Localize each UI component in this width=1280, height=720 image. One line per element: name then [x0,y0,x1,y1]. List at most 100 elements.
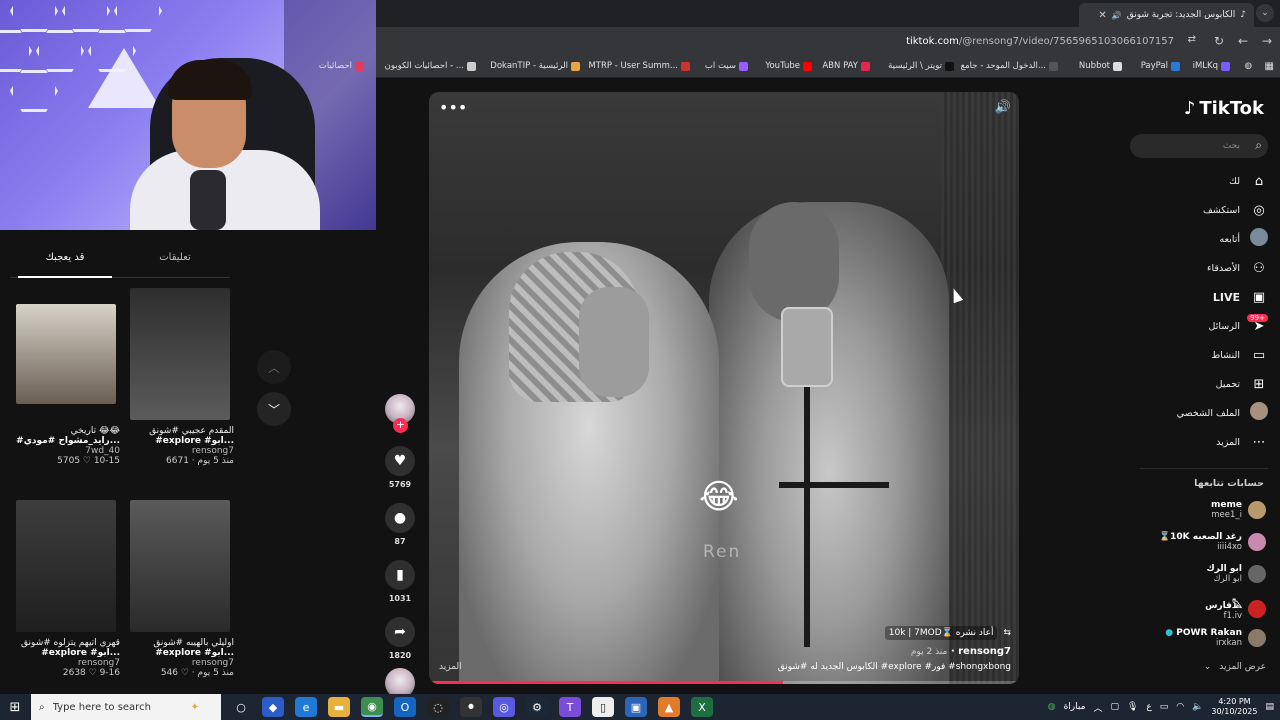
followed-account[interactable]: ⌛10K رغد الصعبه iiii4xo [1159,532,1266,552]
video-options-icon[interactable]: ••• [439,98,467,117]
steam-icon[interactable]: ⚙ [526,697,548,717]
apps-grid-icon[interactable]: ▦ [1265,61,1274,72]
forward-icon[interactable]: ← [1238,34,1248,48]
discord-icon[interactable]: ◎ [493,697,515,717]
task-view-icon[interactable]: ○ [230,697,252,717]
close-tab-icon[interactable]: ✕ [1098,10,1106,21]
back-icon[interactable]: → [1262,34,1272,48]
bookmark-item[interactable]: ABN PAY [822,61,870,71]
card-user[interactable]: rensong7 [16,658,120,668]
next-video-button[interactable]: ﹀ [257,392,291,426]
microphone-icon[interactable]: 🎙 [1127,702,1138,712]
search-icon[interactable]: ⌕ [1255,138,1262,153]
app-icon[interactable]: ◌ [427,697,449,717]
chrome-icon[interactable]: ◉ [361,697,383,717]
bookmark-item[interactable]: DokanTIP - الرئيسية [490,61,580,71]
network-icon[interactable]: ▭ [1160,702,1169,712]
reload-icon[interactable]: ↻ [1214,34,1224,48]
bookmark-item[interactable]: MTRP - User Summ... [588,61,690,71]
site-settings-icon[interactable]: ⇄ [1188,34,1196,45]
windows-start-icon[interactable]: ⊞ [0,700,30,715]
video-card[interactable]: قهري اتيهم يتزلوه #شونق #explore #ابو...… [16,500,120,678]
video-player[interactable]: 😂 Ren ••• 🔊 10k | 7MOD⌛ أعاد نشره ⇆ منذ … [429,92,1019,684]
outlook-icon[interactable]: O [394,697,416,717]
tab-audio-icon[interactable]: 🔊 [1112,11,1122,20]
video-thumbnail[interactable] [130,500,230,632]
edge-icon[interactable]: e [295,697,317,717]
bookmark-world-icon[interactable]: ◍ [1245,61,1252,71]
copilot-icon[interactable]: ◆ [262,697,284,717]
obs-icon[interactable]: ⏺ [460,697,482,717]
tray-app-icon[interactable]: ▢ [1110,702,1119,712]
previous-video-button[interactable]: ︿ [257,350,291,384]
followed-account[interactable]: فارس𓅓 f1.iv [1205,596,1266,621]
nav-following[interactable]: أتابعه [1220,228,1268,250]
tab-you-may-like[interactable]: قد يعجبك [10,248,120,278]
comment-button[interactable]: ● 87 [382,503,418,546]
bookmark-item[interactable]: iMLKq [1193,61,1230,71]
nav-explore[interactable]: استكشف ◎ [1203,199,1268,221]
volume-icon[interactable]: 🔊 [995,100,1011,115]
video-card[interactable]: المقدم عجيبي #شونق #explore #ابو... rens… [130,288,234,466]
video-thumbnail[interactable] [16,500,116,632]
browser-tab[interactable]: ✕ 🔊 الكابوس الجديد: تجربة شونق ♪ [1079,3,1254,27]
card-user[interactable]: 7wd_40 [16,446,120,456]
follow-plus-icon[interactable]: + [393,418,408,433]
nav-activity[interactable]: النشاط ▭ [1211,344,1268,366]
wifi-icon[interactable]: ◠ [1176,702,1184,712]
volume-icon[interactable]: 🔈 [1192,702,1203,712]
card-user[interactable]: rensong7 [130,658,234,668]
weather-icon[interactable]: ◍ [1048,702,1056,712]
repost-text[interactable]: 10k | 7MOD⌛ أعاد نشره [884,626,998,640]
followed-account[interactable]: ● POWR Rakan irxkan [1165,628,1266,648]
bookmark-item[interactable]: الدخول الموحد - جامع... [961,61,1058,71]
video-progress-bar[interactable] [429,681,1019,684]
excel-icon[interactable]: X [691,697,713,717]
bookmark-item[interactable]: YouTube [765,61,812,71]
url-field[interactable]: tiktok.com/@rensong7/video/7565965103066… [906,36,1174,47]
see-more-accounts[interactable]: ⌄ عرض المزيد [1204,662,1266,672]
search-input[interactable] [1130,134,1268,158]
video-card[interactable]: تاريخي 😂😂 #رايد_مشواح #مودي... 7wd_40 57… [16,304,120,466]
notifications-icon[interactable]: ▤ [1265,702,1274,712]
nav-messages[interactable]: الرسائل ➤ 99+ [1209,313,1268,337]
bookmark-item[interactable]: احصائيات [319,61,364,71]
clock[interactable]: 4:20 PM 30/10/2025 [1211,697,1257,717]
bookmark-item[interactable]: PayPal [1141,61,1180,71]
save-button[interactable]: ▮ 1031 [382,560,418,603]
like-button[interactable]: ♥ 5769 [382,446,418,489]
app-window-icon[interactable]: ▣ [625,697,647,717]
followed-account[interactable]: ابو الرك ابو الرك [1206,564,1266,584]
tab-search-icon[interactable]: ⌄ [1256,4,1274,22]
nav-more[interactable]: المزيد ⋯ [1216,431,1268,453]
nav-friends[interactable]: الأصدقاء ⚇ [1207,257,1268,279]
bookmark-item[interactable]: Nubbot [1079,61,1122,71]
card-user[interactable]: rensong7 [130,446,234,456]
weather-text[interactable]: مباراة [1064,702,1086,712]
nav-upload[interactable]: تحميل ⊞ [1216,373,1268,395]
nav-live[interactable]: LIVE ▣ [1213,286,1268,308]
video-thumbnail[interactable] [16,304,116,404]
author-avatar[interactable]: + [385,394,415,433]
tiktok-logo[interactable]: ♪ TikTok [1184,98,1264,119]
notepad-icon[interactable]: ▯ [592,697,614,717]
bookmark-item[interactable]: تويتر \ الرئيسية [888,61,954,71]
share-button[interactable]: ➦ 1820 [382,617,418,660]
teams-icon[interactable]: T [559,697,581,717]
caption-more-link[interactable]: المزيد [439,662,462,672]
video-card[interactable]: اوليلي بالهيبه #شونق #explore #ابو... re… [130,500,234,678]
followed-account[interactable]: meme mee1_i [1211,500,1266,520]
nav-profile[interactable]: الملف الشخصي [1177,402,1268,424]
language-indicator[interactable]: ع [1146,702,1151,712]
taskbar-search-input[interactable] [52,701,183,713]
taskbar-search[interactable]: ⌕ ✦ [31,694,221,720]
tray-overflow-icon[interactable]: ︿ [1093,701,1102,714]
bookmark-item[interactable]: سيت اب [705,61,748,71]
file-explorer-icon[interactable]: ▬ [328,697,350,717]
author-username[interactable]: rensong7 [958,646,1011,657]
nav-for-you[interactable]: لك ⌂ [1229,170,1268,192]
video-thumbnail[interactable] [130,288,230,420]
bookmark-item[interactable]: احصائيات الكوبون - ... [385,61,476,71]
vlc-icon[interactable]: ▲ [658,697,680,717]
tab-comments[interactable]: تعليقات [120,248,230,277]
